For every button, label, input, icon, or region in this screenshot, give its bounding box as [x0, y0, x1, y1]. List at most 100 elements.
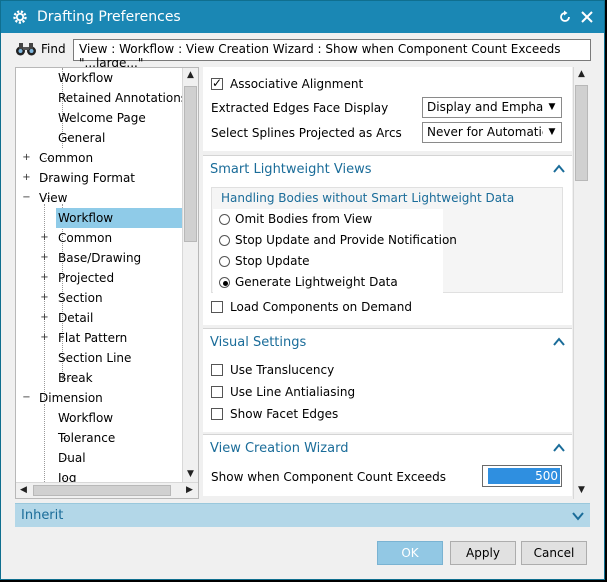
chevron-down-icon[interactable]	[572, 510, 584, 522]
chevron-up-icon[interactable]	[553, 336, 565, 348]
translucency-label: Use Translucency	[230, 363, 335, 377]
gear-icon	[13, 10, 27, 24]
apply-button[interactable]: Apply	[450, 541, 516, 565]
collapse-icon[interactable]: −	[22, 193, 31, 203]
tree-item-welcome-page[interactable]: Welcome Page	[58, 108, 146, 128]
omit-bodies-label: Omit Bodies from View	[235, 212, 373, 226]
handling-bodies-group: Handling Bodies without Smart Lightweigh…	[211, 187, 563, 293]
chevron-down-icon: ▼	[548, 102, 556, 112]
scrollbar-thumb[interactable]	[575, 85, 588, 181]
stop-update-label: Stop Update	[235, 254, 310, 268]
settings-vertical-scrollbar[interactable]: ▲ ▼	[573, 67, 590, 499]
find-input[interactable]: View : Workflow : View Creation Wizard :…	[73, 39, 591, 70]
tree-item-break[interactable]: Break	[58, 368, 93, 388]
smart-lightweight-title: Smart Lightweight Views	[210, 162, 372, 177]
tree-item-general[interactable]: General	[58, 128, 105, 148]
inherit-section-header[interactable]: Inherit	[15, 503, 590, 527]
scroll-down-icon[interactable]: ▼	[574, 483, 589, 498]
expand-icon[interactable]: +	[22, 173, 31, 183]
expand-icon[interactable]: +	[40, 293, 49, 303]
splines-dropdown[interactable]: Never for Automatic ▼	[422, 122, 562, 143]
reset-icon[interactable]	[557, 9, 573, 25]
tree-item-retained-annotations[interactable]: Retained Annotations	[58, 88, 182, 108]
view-creation-wizard-title: View Creation Wizard	[210, 441, 349, 456]
title-bar: Drafting Preferences	[1, 1, 604, 33]
component-count-value: 500	[488, 468, 560, 484]
tree-item-drawing-format[interactable]: Drawing Format	[39, 168, 135, 188]
extracted-edges-dropdown[interactable]: Display and Emphasize▼	[422, 97, 562, 118]
expand-icon[interactable]: +	[40, 273, 49, 283]
facet-edges-label: Show Facet Edges	[230, 407, 339, 421]
associative-alignment-checkbox[interactable]	[211, 76, 223, 90]
visual-settings-body: Use Translucency Use Line Antialiasing S…	[203, 356, 572, 432]
antialiasing-label: Use Line Antialiasing	[230, 385, 356, 399]
cancel-button[interactable]: Cancel	[521, 541, 587, 565]
find-row: Find View : Workflow : View Creation Wiz…	[1, 33, 604, 70]
tree-item-dimension[interactable]: Dimension	[39, 388, 103, 408]
splines-label: Select Splines Projected as Arcs	[211, 126, 402, 140]
view-creation-wizard-header[interactable]: View Creation Wizard	[203, 434, 572, 462]
scroll-left-icon[interactable]: ◀	[16, 483, 31, 498]
tree-item-detail[interactable]: Detail	[58, 308, 93, 328]
find-label: Find	[41, 42, 66, 56]
tree-item-flat-pattern[interactable]: Flat Pattern	[58, 328, 127, 348]
tree-item-section[interactable]: Section	[58, 288, 103, 308]
omit-bodies-radio[interactable]	[219, 214, 230, 225]
tree-vertical-scrollbar[interactable]: ▲ ▼	[182, 68, 198, 482]
antialiasing-checkbox[interactable]	[211, 386, 223, 398]
tree-item-view[interactable]: View	[39, 188, 67, 208]
visual-settings-title: Visual Settings	[210, 335, 307, 350]
scrollbar-thumb[interactable]	[184, 86, 197, 242]
expand-icon[interactable]: +	[40, 333, 49, 343]
expand-icon[interactable]: +	[40, 253, 49, 263]
tree-item-tolerance[interactable]: Tolerance	[58, 428, 115, 448]
preferences-tree: Workflow Retained Annotations Welcome Pa…	[15, 67, 199, 499]
load-on-demand-label: Load Components on Demand	[230, 300, 412, 314]
smart-lightweight-header[interactable]: Smart Lightweight Views	[203, 155, 572, 183]
collapse-icon[interactable]: −	[22, 393, 31, 403]
tree-item-section-line[interactable]: Section Line	[58, 348, 131, 368]
scroll-up-icon[interactable]: ▲	[183, 68, 198, 83]
tree-item-view-workflow[interactable]: Workflow	[56, 208, 182, 228]
facet-edges-checkbox[interactable]	[211, 408, 223, 420]
expand-icon[interactable]: +	[40, 313, 49, 323]
tree-item-workflow[interactable]: Workflow	[58, 68, 113, 88]
load-on-demand-checkbox[interactable]	[211, 301, 223, 313]
tree-item-view-common[interactable]: Common	[58, 228, 112, 248]
stop-update-notify-radio[interactable]	[219, 235, 230, 246]
tree-item-projected[interactable]: Projected	[58, 268, 114, 288]
expand-icon[interactable]: +	[22, 153, 31, 163]
smart-lightweight-body: Handling Bodies without Smart Lightweigh…	[203, 183, 572, 325]
scroll-down-icon[interactable]: ▼	[183, 467, 198, 482]
settings-panel: Associative Alignment Extracted Edges Fa…	[203, 67, 590, 499]
component-count-input[interactable]: 500	[482, 465, 562, 487]
tree-item-jog[interactable]: Jog	[58, 468, 77, 482]
component-count-label: Show when Component Count Exceeds	[211, 470, 447, 484]
stop-update-radio[interactable]	[219, 256, 230, 267]
tree-item-common[interactable]: Common	[39, 148, 93, 168]
expand-icon[interactable]: +	[40, 233, 49, 243]
extracted-edges-label: Extracted Edges Face Display	[211, 101, 389, 115]
ok-button[interactable]: OK	[377, 541, 443, 565]
generate-lightweight-radio[interactable]	[219, 277, 230, 288]
generate-lightweight-label: Generate Lightweight Data	[235, 275, 398, 289]
tree-item-dual[interactable]: Dual	[58, 448, 86, 468]
close-icon[interactable]	[579, 9, 595, 25]
scroll-right-icon[interactable]: ▶	[182, 483, 197, 498]
chevron-up-icon[interactable]	[553, 163, 565, 175]
tree-item-base-drawing[interactable]: Base/Drawing	[58, 248, 141, 268]
tree-horizontal-scrollbar[interactable]: ◀ ▶	[16, 482, 198, 498]
scroll-up-icon[interactable]: ▲	[574, 67, 589, 82]
binoculars-icon	[16, 43, 36, 56]
tree-item-dimension-workflow[interactable]: Workflow	[58, 408, 113, 428]
chevron-up-icon[interactable]	[553, 442, 565, 454]
visual-settings-header[interactable]: Visual Settings	[203, 328, 572, 356]
scrollbar-thumb[interactable]	[33, 485, 171, 496]
translucency-checkbox[interactable]	[211, 364, 223, 376]
chevron-down-icon: ▼	[548, 127, 556, 137]
stop-update-notify-label: Stop Update and Provide Notification	[235, 233, 457, 247]
inherit-title: Inherit	[21, 508, 64, 523]
workflow-top-settings: Associative Alignment Extracted Edges Fa…	[203, 67, 572, 151]
associative-alignment-label: Associative Alignment	[230, 77, 364, 91]
handling-bodies-title: Handling Bodies without Smart Lightweigh…	[221, 191, 515, 205]
